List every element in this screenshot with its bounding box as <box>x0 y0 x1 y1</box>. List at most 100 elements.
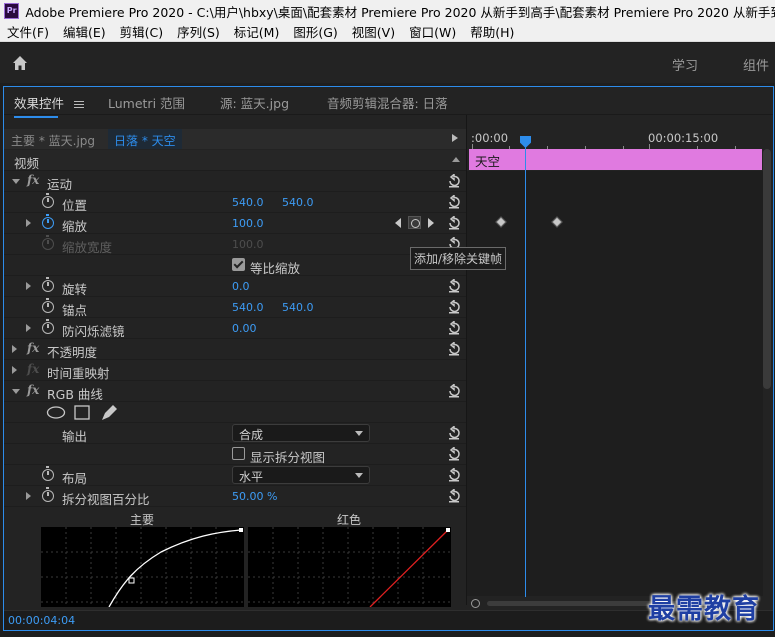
vertical-scrollbar[interactable] <box>763 149 771 389</box>
split-view-checkbox[interactable] <box>232 447 245 460</box>
expand-chevron-icon[interactable] <box>12 366 17 374</box>
sequence-clip-label[interactable]: 日落 * 天空 <box>108 129 182 149</box>
scale-width-label: 缩放宽度 <box>62 240 113 255</box>
reset-icon[interactable] <box>447 321 461 335</box>
effect-row-opacity[interactable]: fx 不透明度 <box>4 339 466 360</box>
chevron-down-icon <box>355 473 363 478</box>
rectangle-mask-icon[interactable] <box>74 405 90 420</box>
panel-menu-icon[interactable] <box>74 99 84 110</box>
expand-chevron-icon[interactable] <box>12 345 17 353</box>
video-label: 视频 <box>14 156 40 171</box>
tab-effect-controls[interactable]: 效果控件 <box>14 93 84 118</box>
property-row-anchor-point: 锚点 540.0 540.0 <box>4 297 466 318</box>
tab-audio-clip-mixer[interactable]: 音频剪辑混合器: 日落 <box>327 93 448 112</box>
time-remap-label: 时间重映射 <box>47 366 110 381</box>
reset-icon[interactable] <box>447 426 461 440</box>
property-row-antiflicker: 防闪烁滤镜 0.00 <box>4 318 466 339</box>
uniform-scale-checkbox[interactable] <box>232 258 245 271</box>
next-keyframe-icon[interactable] <box>428 218 434 228</box>
current-timecode[interactable]: 00:00:04:04 <box>8 614 75 627</box>
premiere-app-icon: Pr <box>4 3 20 19</box>
anchor-x-value[interactable]: 540.0 <box>232 301 264 314</box>
reset-icon[interactable] <box>447 279 461 293</box>
show-timeline-icon[interactable] <box>452 134 458 142</box>
expand-chevron-icon[interactable] <box>26 219 31 227</box>
workspace-tab-learning[interactable]: 学习 <box>672 55 698 74</box>
menu-help[interactable]: 帮助(H) <box>463 22 521 41</box>
property-row-uniform-scale: 等比缩放 <box>4 255 466 276</box>
tab-effect-controls-label: 效果控件 <box>14 96 65 111</box>
zoom-handle-icon[interactable] <box>471 599 480 608</box>
layout-dropdown[interactable]: 水平 <box>232 466 370 484</box>
chevron-down-icon <box>355 431 363 436</box>
menu-file[interactable]: 文件(F) <box>0 22 56 41</box>
position-label: 位置 <box>62 198 88 213</box>
effect-row-motion[interactable]: fx 运动 <box>4 171 466 192</box>
reset-icon[interactable] <box>447 384 461 398</box>
reset-icon[interactable] <box>447 447 461 461</box>
workspace-tab-assembly[interactable]: 组件 <box>743 55 769 74</box>
rotation-value[interactable]: 0.0 <box>232 280 250 293</box>
time-ruler[interactable]: :00:00 00:00:15:00 <box>467 129 763 149</box>
playhead-line[interactable] <box>525 145 526 597</box>
tab-lumetri-scopes[interactable]: Lumetri 范围 <box>108 93 185 112</box>
output-dropdown[interactable]: 合成 <box>232 424 370 442</box>
fx-icon[interactable]: fx <box>27 341 39 355</box>
tab-source[interactable]: 源: 蓝天.jpg <box>220 93 289 112</box>
reset-icon[interactable] <box>447 489 461 503</box>
reset-icon[interactable] <box>447 216 461 230</box>
motion-label: 运动 <box>47 177 73 192</box>
menu-graphics[interactable]: 图形(G) <box>286 22 344 41</box>
menu-edit[interactable]: 编辑(E) <box>56 22 113 41</box>
collapse-icon[interactable] <box>452 157 460 162</box>
keyframe-marker[interactable] <box>495 216 507 228</box>
stopwatch-icon[interactable] <box>42 319 54 334</box>
fx-icon[interactable]: fx <box>27 383 39 397</box>
previous-keyframe-icon[interactable] <box>395 218 401 228</box>
expand-chevron-icon[interactable] <box>12 389 20 394</box>
master-curve-graph[interactable] <box>41 527 244 607</box>
keyframe-timeline-area[interactable] <box>467 171 763 596</box>
position-x-value[interactable]: 540.0 <box>232 196 264 209</box>
reset-icon[interactable] <box>447 468 461 482</box>
reset-icon[interactable] <box>447 174 461 188</box>
timeline-clip[interactable]: 天空 <box>469 149 762 170</box>
home-icon <box>13 56 27 70</box>
stopwatch-icon[interactable] <box>42 193 54 208</box>
home-button[interactable] <box>0 43 40 83</box>
stopwatch-icon[interactable] <box>42 298 54 313</box>
menu-view[interactable]: 视图(V) <box>345 22 402 41</box>
effect-row-rgb-curves[interactable]: fx RGB 曲线 <box>4 381 466 402</box>
effect-row-time-remapping[interactable]: fx 时间重映射 <box>4 360 466 381</box>
expand-chevron-icon[interactable] <box>26 282 31 290</box>
menu-markers[interactable]: 标记(M) <box>227 22 287 41</box>
menu-clip[interactable]: 剪辑(C) <box>113 22 170 41</box>
clip-selector-bar: 主要 * 蓝天.jpg 日落 * 天空 <box>4 129 466 149</box>
menu-window[interactable]: 窗口(W) <box>402 22 463 41</box>
reset-icon[interactable] <box>447 195 461 209</box>
stopwatch-icon[interactable] <box>42 277 54 292</box>
fx-icon[interactable]: fx <box>27 173 39 187</box>
ellipse-mask-icon[interactable] <box>46 406 66 419</box>
add-remove-keyframe-button[interactable] <box>408 216 421 229</box>
anchor-y-value[interactable]: 540.0 <box>282 301 314 314</box>
antiflicker-value[interactable]: 0.00 <box>232 322 257 335</box>
master-clip-label[interactable]: 主要 * 蓝天.jpg <box>11 132 95 149</box>
split-percent-value[interactable]: 50.00 % <box>232 490 277 503</box>
pen-mask-icon[interactable] <box>100 404 118 421</box>
reset-icon[interactable] <box>447 342 461 356</box>
red-curve-graph[interactable] <box>248 527 451 607</box>
expand-chevron-icon[interactable] <box>12 179 20 184</box>
watermark-logo: 最需教育 <box>648 594 760 625</box>
uniform-scale-label: 等比缩放 <box>250 261 301 276</box>
keyframe-marker[interactable] <box>551 216 563 228</box>
scale-value[interactable]: 100.0 <box>232 217 264 230</box>
expand-chevron-icon[interactable] <box>26 492 31 500</box>
position-y-value[interactable]: 540.0 <box>282 196 314 209</box>
stopwatch-icon[interactable] <box>42 466 54 481</box>
stopwatch-icon[interactable] <box>42 487 54 502</box>
expand-chevron-icon[interactable] <box>26 324 31 332</box>
menu-sequence[interactable]: 序列(S) <box>170 22 227 41</box>
reset-icon[interactable] <box>447 300 461 314</box>
stopwatch-active-icon[interactable] <box>42 214 54 229</box>
